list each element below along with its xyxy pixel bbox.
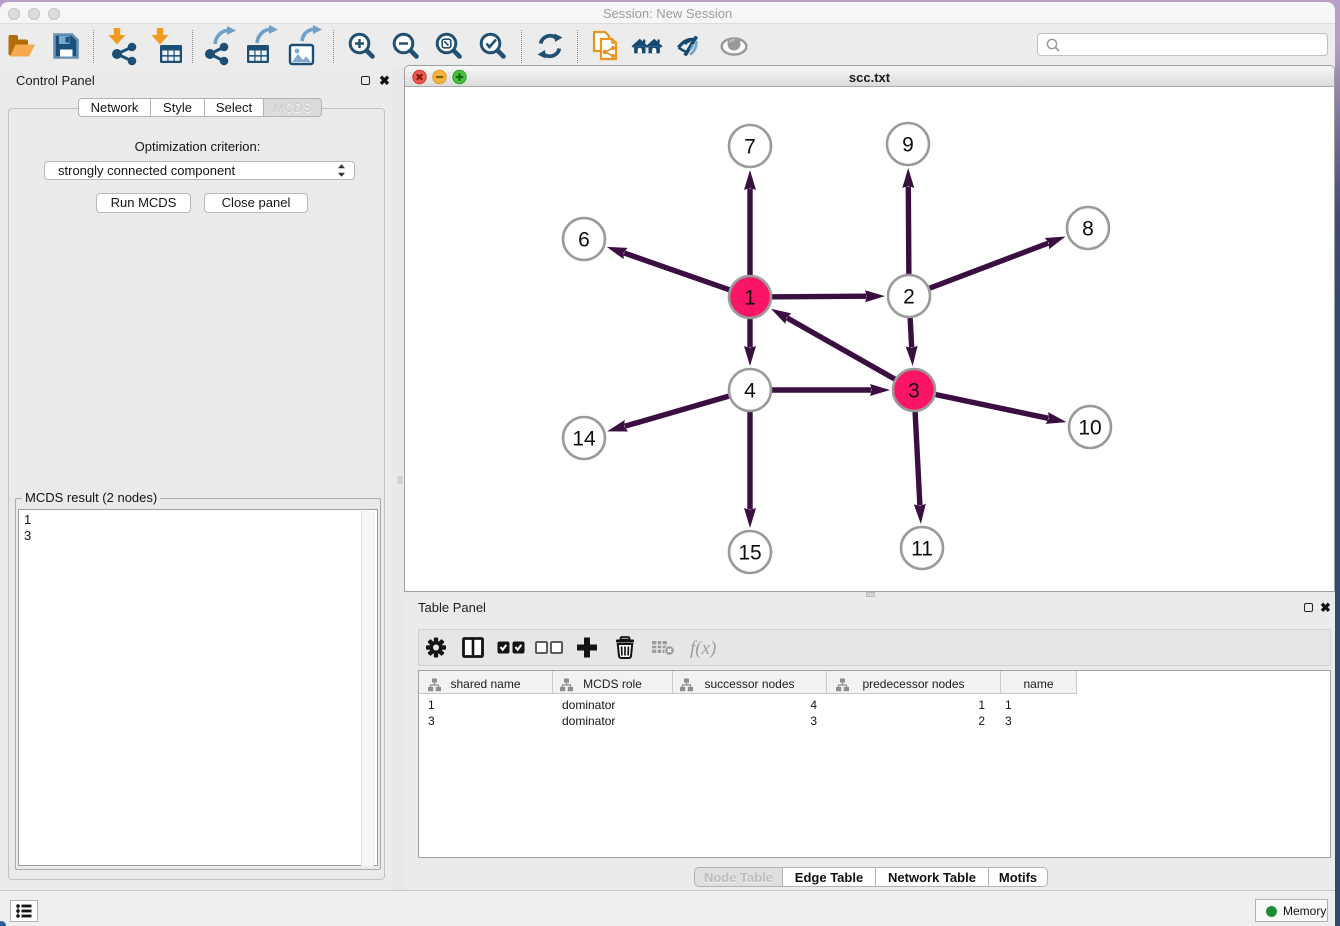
svg-text:2: 2	[903, 286, 915, 309]
svg-text:10: 10	[1078, 417, 1101, 440]
svg-text:7: 7	[744, 136, 756, 159]
svg-text:9: 9	[902, 134, 914, 157]
svg-text:1: 1	[744, 287, 756, 310]
svg-text:14: 14	[572, 428, 596, 451]
svg-text:f(x): f(x)	[690, 638, 716, 659]
svg-text:11: 11	[911, 538, 933, 561]
svg-text:6: 6	[578, 229, 590, 252]
svg-text:3: 3	[908, 380, 920, 403]
svg-text:8: 8	[1082, 218, 1094, 241]
svg-text:4: 4	[744, 380, 756, 403]
svg-text:15: 15	[738, 542, 761, 565]
